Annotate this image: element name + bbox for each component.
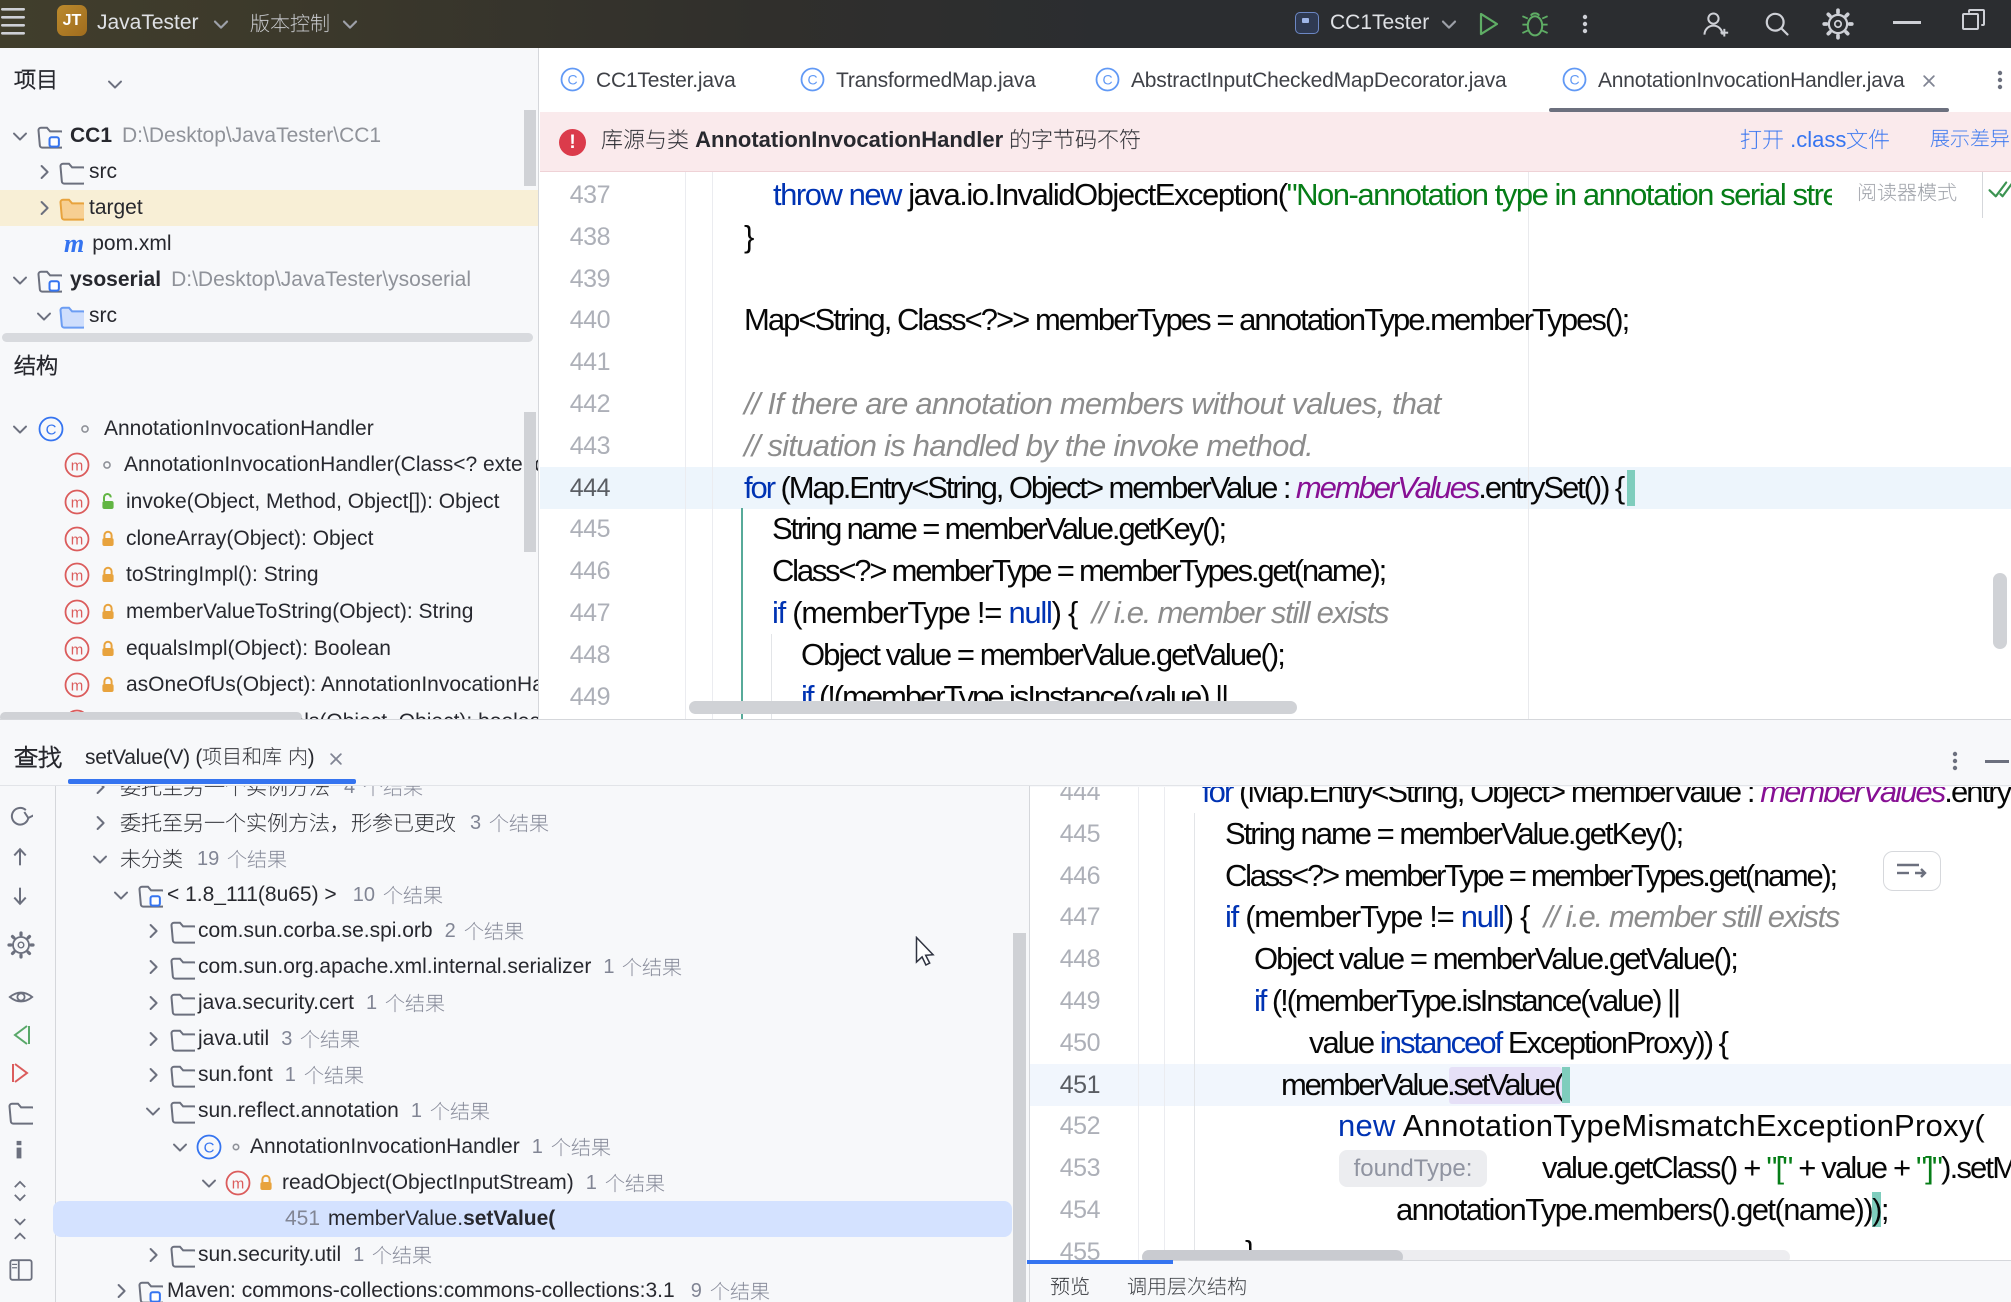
svg-text:m: m xyxy=(232,1175,245,1192)
svg-text:m: m xyxy=(71,494,84,511)
svg-text:C: C xyxy=(46,421,57,438)
svg-text:m: m xyxy=(71,567,84,584)
svg-text:m: m xyxy=(71,677,84,694)
svg-text:m: m xyxy=(71,457,84,474)
svg-text:C: C xyxy=(1569,72,1579,88)
svg-text:C: C xyxy=(807,72,817,88)
svg-text:m: m xyxy=(71,531,84,548)
svg-text:m: m xyxy=(71,641,84,658)
svg-text:m: m xyxy=(71,604,84,621)
svg-text:C: C xyxy=(567,72,577,88)
svg-text:C: C xyxy=(1102,72,1112,88)
svg-text:C: C xyxy=(204,1139,215,1156)
